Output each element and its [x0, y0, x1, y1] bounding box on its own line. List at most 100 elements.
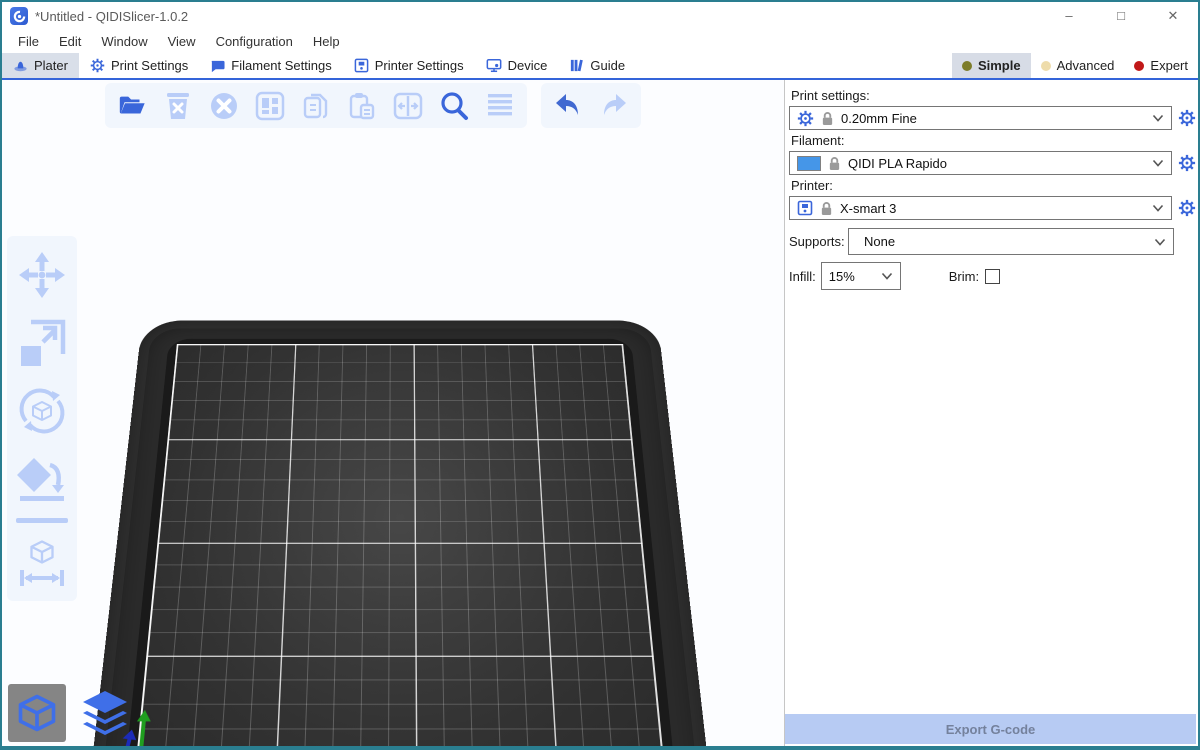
tab-label: Filament Settings: [231, 58, 331, 73]
filament-gear-button[interactable]: [1177, 154, 1196, 173]
layers-button[interactable]: [481, 87, 519, 125]
infill-value: 15%: [829, 269, 874, 284]
layer-lines-icon: [485, 91, 515, 121]
printer-value: X-smart 3: [840, 201, 1145, 216]
trash-icon: [164, 91, 192, 121]
delete-all-button[interactable]: [205, 87, 243, 125]
mode-label: Simple: [978, 58, 1021, 73]
title-bar: *Untitled - QIDISlicer-1.0.2 – □ ✕: [2, 2, 1198, 30]
menu-view[interactable]: View: [158, 32, 206, 51]
top-toolbar: [105, 83, 641, 128]
lock-icon: [820, 201, 833, 216]
rotate-button[interactable]: [13, 382, 71, 440]
lock-icon: [821, 111, 834, 126]
tab-plater[interactable]: Plater: [2, 53, 79, 78]
tab-printer-settings[interactable]: Printer Settings: [343, 53, 475, 78]
gear-icon: [90, 58, 105, 73]
redo-button[interactable]: [595, 87, 633, 125]
print-settings-value: 0.20mm Fine: [841, 111, 1145, 126]
mode-label: Advanced: [1057, 58, 1115, 73]
print-settings-label: Print settings:: [791, 88, 1194, 103]
printer-gear-button[interactable]: [1177, 199, 1196, 218]
left-toolbar: [7, 236, 77, 601]
gear-icon: [1178, 154, 1196, 172]
redo-arrow-icon: [598, 91, 630, 121]
split-button[interactable]: [389, 87, 427, 125]
chevron-down-icon: [1152, 159, 1164, 167]
tab-label: Guide: [590, 58, 625, 73]
printer-icon: [797, 200, 813, 216]
open-button[interactable]: [113, 87, 151, 125]
paste-button[interactable]: [343, 87, 381, 125]
scale-button[interactable]: [13, 314, 71, 372]
print-settings-gear-button[interactable]: [1177, 109, 1196, 128]
window-title: *Untitled - QIDISlicer-1.0.2: [35, 9, 1058, 24]
gear-icon: [1178, 199, 1196, 217]
arrange-grid-icon: [255, 91, 285, 121]
menu-window[interactable]: Window: [91, 32, 157, 51]
menu-edit[interactable]: Edit: [49, 32, 91, 51]
mode-advanced[interactable]: Advanced: [1031, 53, 1125, 78]
chevron-down-icon: [881, 272, 893, 280]
printer-select[interactable]: X-smart 3: [789, 196, 1172, 220]
viewport-3d[interactable]: [2, 80, 784, 746]
search-button[interactable]: [435, 87, 473, 125]
infill-label: Infill:: [789, 269, 816, 284]
layers-icon: [79, 687, 131, 739]
print-settings-select[interactable]: 0.20mm Fine: [789, 106, 1172, 130]
undo-redo-panel: [541, 83, 641, 128]
tab-bar: Plater Print Settings Filament Settings …: [2, 53, 1198, 80]
guide-icon: [569, 58, 584, 73]
split-panes-icon: [393, 91, 423, 121]
gear-icon: [1178, 109, 1196, 127]
supports-value: None: [856, 234, 1147, 249]
menu-configuration[interactable]: Configuration: [206, 32, 303, 51]
maximize-button[interactable]: □: [1110, 8, 1132, 24]
tab-guide[interactable]: Guide: [558, 53, 636, 78]
menu-bar: File Edit Window View Configuration Help: [2, 30, 1198, 53]
tab-device[interactable]: Device: [475, 53, 559, 78]
build-plate: [85, 321, 715, 746]
editor-view-button[interactable]: [8, 684, 66, 742]
toolbar-separator: [16, 518, 68, 523]
filament-icon: [210, 58, 225, 73]
copy-button[interactable]: [297, 87, 335, 125]
menu-file[interactable]: File: [8, 32, 49, 51]
export-gcode-button[interactable]: Export G-code: [785, 714, 1196, 744]
mode-label: Expert: [1150, 58, 1188, 73]
place-on-face-button[interactable]: [13, 450, 71, 508]
rotate-cube-icon: [16, 385, 68, 437]
move-button[interactable]: [13, 246, 71, 304]
tab-label: Print Settings: [111, 58, 188, 73]
mode-simple[interactable]: Simple: [952, 53, 1031, 78]
arrange-button[interactable]: [251, 87, 289, 125]
move-arrows-icon: [17, 250, 67, 300]
supports-select[interactable]: None: [848, 228, 1174, 255]
mode-expert[interactable]: Expert: [1124, 53, 1198, 78]
object-toolbar-panel: [105, 83, 527, 128]
filament-select[interactable]: QIDI PLA Rapido: [789, 151, 1172, 175]
infill-select[interactable]: 15%: [821, 262, 901, 290]
filament-color-swatch: [797, 156, 821, 171]
measure-button[interactable]: [13, 533, 71, 591]
app-logo-icon: [10, 7, 28, 25]
plate-grid-surface: [135, 344, 665, 746]
delete-button[interactable]: [159, 87, 197, 125]
chevron-down-icon: [1152, 114, 1164, 122]
close-button[interactable]: ✕: [1162, 8, 1184, 24]
preview-view-button[interactable]: [76, 684, 134, 742]
device-icon: [486, 58, 502, 73]
minimize-button[interactable]: –: [1058, 8, 1080, 24]
search-icon: [439, 91, 469, 121]
brim-checkbox[interactable]: [985, 269, 1000, 284]
measure-cube-icon: [16, 536, 68, 588]
chevron-down-icon: [1154, 238, 1166, 246]
undo-button[interactable]: [549, 87, 587, 125]
tab-print-settings[interactable]: Print Settings: [79, 53, 199, 78]
menu-help[interactable]: Help: [303, 32, 350, 51]
tab-filament-settings[interactable]: Filament Settings: [199, 53, 342, 78]
tab-label: Plater: [34, 58, 68, 73]
view-toggle-bar: [8, 684, 134, 742]
settings-sidebar: Print settings: 0.20mm Fine Filament: QI…: [784, 80, 1198, 746]
chevron-down-icon: [1152, 204, 1164, 212]
